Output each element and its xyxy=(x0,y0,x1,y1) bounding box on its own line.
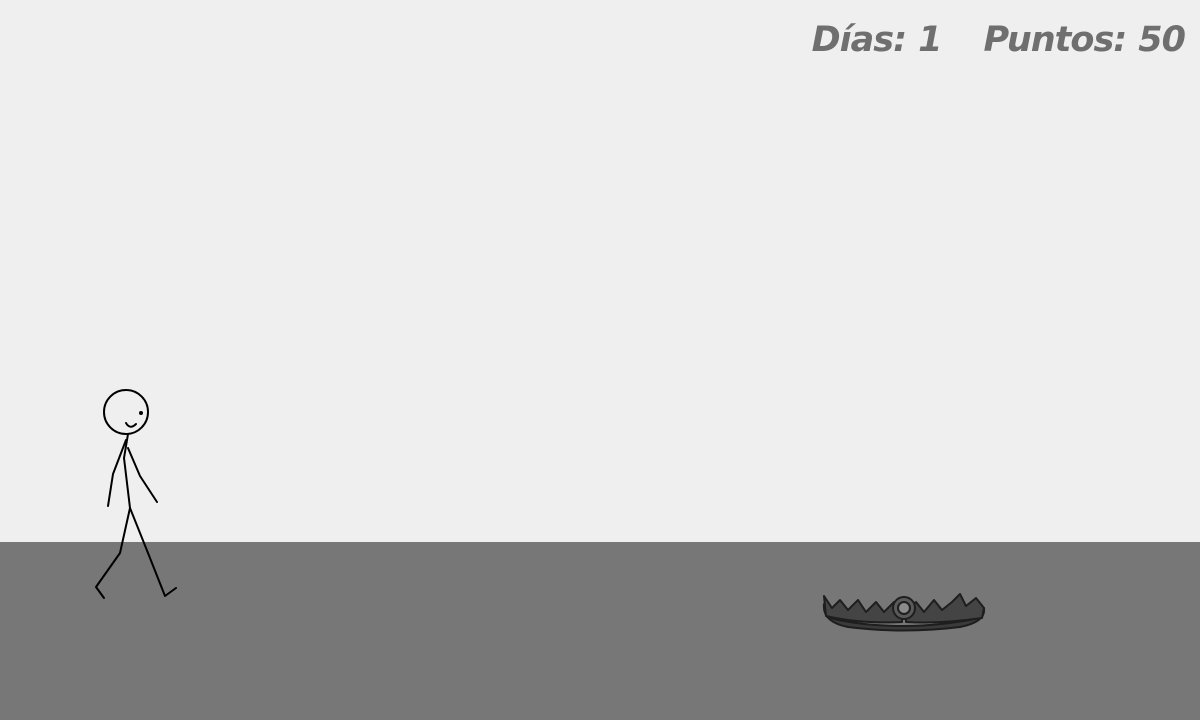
days-counter: Días: 1 xyxy=(811,20,943,60)
game-stage[interactable]: Días: 1 Puntos: 50 xyxy=(0,0,1200,720)
hud: Días: 1 Puntos: 50 xyxy=(811,20,1186,60)
points-value: 50 xyxy=(1138,20,1186,60)
stick-figure-icon xyxy=(95,389,177,599)
days-label: Días: xyxy=(811,20,907,60)
points-label: Puntos: xyxy=(983,20,1127,60)
points-counter: Puntos: 50 xyxy=(983,20,1186,60)
days-value: 1 xyxy=(918,20,942,60)
bear-trap-icon xyxy=(822,593,986,632)
